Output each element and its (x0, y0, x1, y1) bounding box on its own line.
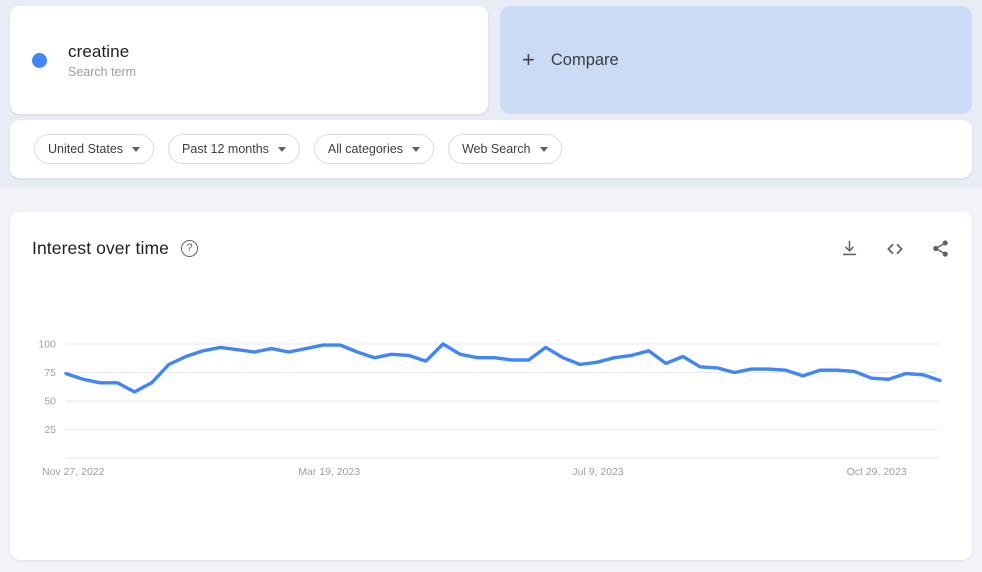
x-axis-tick-label: Oct 29, 2023 (847, 466, 907, 478)
filter-search-type-label: Web Search (461, 142, 531, 156)
chevron-down-icon (539, 146, 548, 152)
filter-category-label: All categories (327, 142, 403, 156)
y-axis-tick-label: 50 (44, 396, 56, 408)
search-term-title: creatine (68, 41, 130, 61)
filter-time-range[interactable]: Past 12 months (168, 134, 300, 164)
search-term-text: creatine Search term (68, 42, 136, 79)
series-color-dot (32, 52, 47, 68)
x-axis-tick-label: Jul 9, 2023 (572, 466, 624, 478)
search-term-subtitle: Search term (68, 64, 137, 79)
y-axis-tick-label: 100 (38, 339, 56, 351)
trend-line-chart: 25 50 75 100 Nov 27, 2022 Mar 19, 2023 Jul 9, … (38, 339, 942, 478)
search-term-card[interactable]: creatine Search term (10, 6, 488, 114)
y-axis-tick-label: 25 (44, 424, 56, 436)
x-axis-tick-label: Nov 27, 2022 (42, 466, 105, 478)
google-trends-page: creatine Search term + Compare United St… (0, 0, 982, 572)
compare-label: Compare (550, 50, 619, 69)
filter-bar: United States Past 12 months All categor… (10, 120, 972, 178)
chevron-down-icon (132, 146, 141, 152)
chevron-down-icon (411, 146, 420, 152)
chevron-down-icon (277, 146, 286, 152)
filter-location[interactable]: United States (34, 134, 155, 164)
x-axis-tick-label: Mar 19, 2023 (298, 466, 360, 478)
filter-search-type[interactable]: Web Search (447, 134, 562, 164)
interest-over-time-card: Interest over time ? 25 50 75 100 Nov 27… (10, 212, 972, 560)
plus-icon: + (522, 47, 535, 72)
y-axis-tick-label: 75 (44, 367, 56, 379)
filter-time-range-label: Past 12 months (182, 142, 269, 156)
filter-location-label: United States (48, 142, 124, 156)
search-term-row: creatine Search term + Compare (10, 6, 972, 114)
chart-plot-area: 25 50 75 100 Nov 27, 2022 Mar 19, 2023 Jul 9, … (10, 212, 972, 560)
filter-category[interactable]: All categories (313, 134, 434, 164)
compare-button[interactable]: + Compare (500, 6, 972, 114)
